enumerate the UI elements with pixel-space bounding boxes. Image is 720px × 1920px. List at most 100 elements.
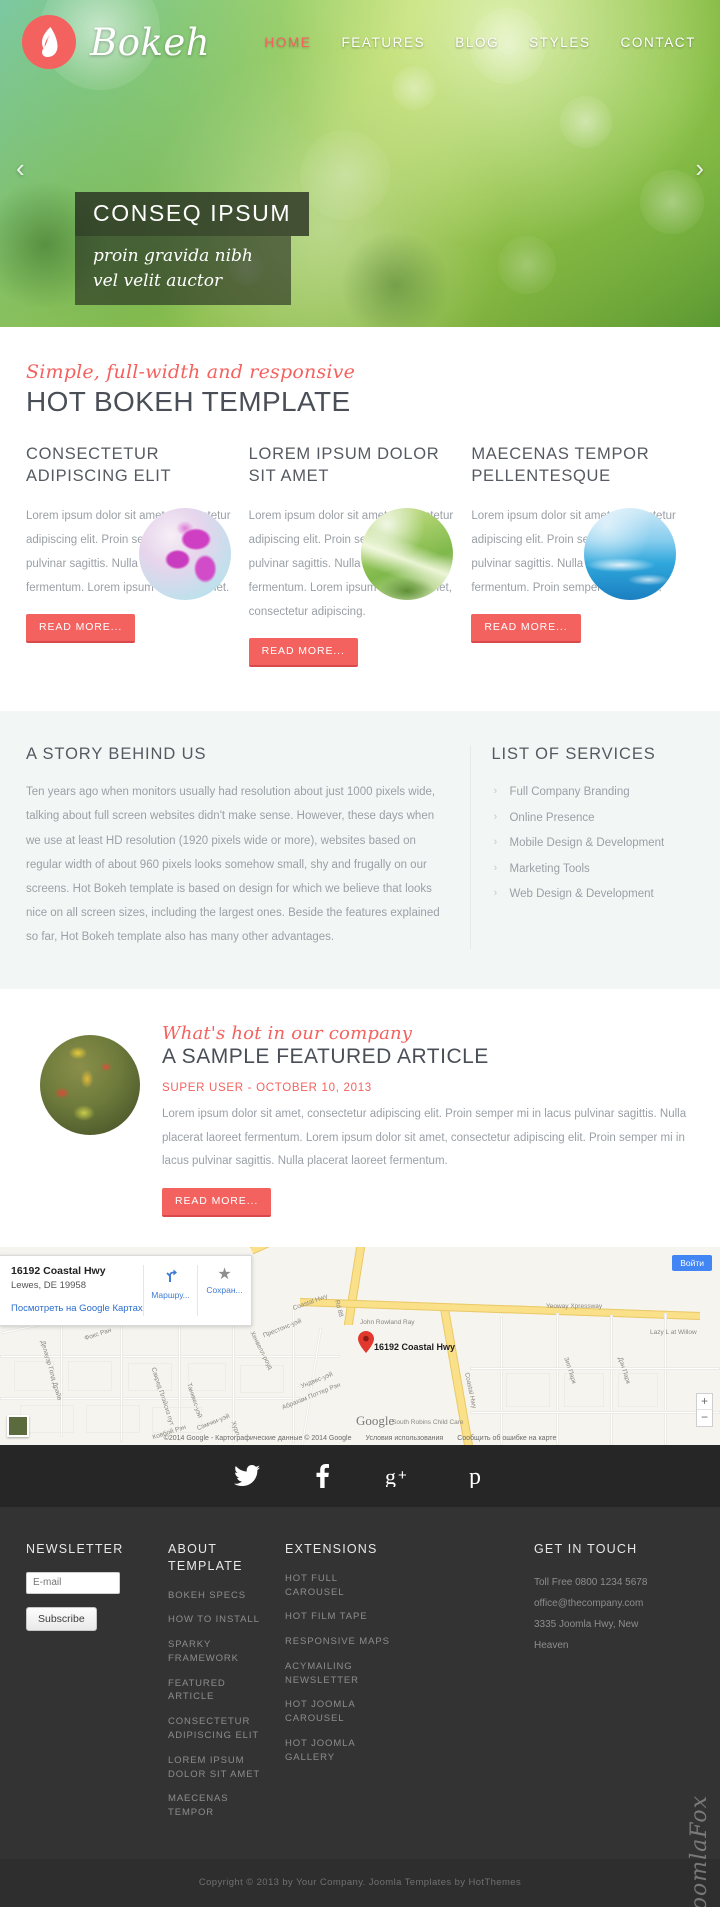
googleplus-icon[interactable]: g + (385, 1464, 413, 1489)
map-street-label: South Robins Child Care (392, 1418, 464, 1426)
service-label: Mobile Design & Development (509, 837, 665, 850)
nav-item-home[interactable]: HOME (265, 35, 312, 50)
map-terms-link[interactable]: Условия использования (365, 1435, 443, 1442)
footer-contact: GET IN TOUCH Toll Free 0800 1234 5678 of… (534, 1541, 694, 1831)
services-block: LIST OF SERVICES › Full Company Branding … (470, 745, 694, 950)
newsletter-title: NEWSLETTER (26, 1541, 124, 1556)
list-item: RESPONSIVE MAPS (285, 1635, 396, 1649)
footer-link[interactable]: HOT FILM TAPE (285, 1610, 396, 1624)
copyright-text: Copyright © 2013 by Your Company. Joomla… (198, 1877, 522, 1889)
hero-slider: Bokeh HOME FEATURES BLOG STYLES CONTACT … (0, 0, 720, 327)
nav-item-blog[interactable]: BLOG (455, 35, 499, 50)
service-label: Online Presence (509, 811, 595, 824)
service-label: Web Design & Development (509, 888, 654, 901)
list-item[interactable]: › Web Design & Development (491, 882, 694, 908)
directions-button[interactable]: Маршру... (143, 1264, 197, 1316)
footer-newsletter: NEWSLETTER Subscribe (26, 1541, 146, 1831)
featured-article-body: What's hot in our company A SAMPLE FEATU… (140, 1023, 694, 1217)
newsletter-email-input[interactable] (26, 1571, 120, 1594)
list-item[interactable]: › Full Company Branding (491, 780, 694, 806)
bokeh-circle (498, 236, 556, 294)
nav-item-styles[interactable]: STYLES (529, 35, 590, 50)
slide-caption: CONSEQ IPSUM proin gravida nibh vel veli… (75, 192, 310, 306)
footer-link[interactable]: ACYMAILING NEWSLETTER (285, 1660, 396, 1688)
zoom-out-button[interactable]: − (697, 1410, 712, 1426)
green-path-landscape-image (361, 508, 454, 600)
contact-email[interactable]: office@thecompany.com (534, 1593, 694, 1614)
slider-next-arrow[interactable]: › (695, 155, 704, 181)
list-item[interactable]: › Mobile Design & Development (491, 831, 694, 857)
copyright-bar: Copyright © 2013 by Your Company. Joomla… (0, 1858, 720, 1907)
main-navigation: HOME FEATURES BLOG STYLES CONTACT (265, 35, 696, 50)
read-more-button[interactable]: READ MORE... (471, 614, 581, 644)
list-item: FEATURED ARTICLE (168, 1677, 261, 1705)
list-item: HOW TO INSTALL (168, 1613, 261, 1627)
map-zoom-control[interactable]: + − (696, 1392, 713, 1427)
slider-prev-arrow[interactable]: ‹ (16, 155, 25, 181)
footer-link[interactable]: CONSECTETUR ADIPISCING ELIT (168, 1715, 261, 1743)
bokeh-shadow (340, 230, 450, 327)
feature-column-title: MAECENAS TEMPOR PELLENTESQUE (471, 445, 650, 485)
footer-link[interactable]: LOREM IPSUM DOLOR SIT AMET (168, 1754, 261, 1782)
star-icon: ★ (217, 1265, 232, 1283)
svg-text:g: g (385, 1465, 396, 1487)
autumn-leaves-image (40, 1035, 140, 1136)
footer-link[interactable]: RESPONSIVE MAPS (285, 1635, 396, 1649)
chevron-right-icon: › (493, 861, 498, 874)
list-item[interactable]: › Online Presence (491, 806, 694, 832)
contact-title: GET IN TOUCH (534, 1541, 638, 1556)
intro-eyebrow: Simple, full-width and responsive (26, 361, 356, 383)
read-more-button[interactable]: READ MORE... (26, 614, 136, 644)
footer-link[interactable]: SPARKY FRAMEWORK (168, 1638, 261, 1666)
zoom-in-button[interactable]: + (697, 1394, 712, 1410)
read-more-button[interactable]: READ MORE... (162, 1187, 272, 1217)
footer-link[interactable]: BOKEH SPECS (168, 1589, 261, 1603)
page-title: HOT BOKEH TEMPLATE (26, 386, 351, 417)
footer-link[interactable]: MAECENAS TEMPOR (168, 1792, 261, 1820)
map-street-label: Lazy L at Willow (650, 1328, 697, 1336)
subscribe-button[interactable]: Subscribe (26, 1606, 97, 1631)
footer-link[interactable]: HOW TO INSTALL (168, 1613, 261, 1627)
facebook-icon[interactable] (316, 1463, 329, 1488)
featured-text: Lorem ipsum dolor sit amet, consectetur … (162, 1108, 687, 1168)
map-info-window[interactable]: 16192 Coastal Hwy Lewes, DE 19958 Посмот… (0, 1254, 252, 1326)
flame-leaf-icon (22, 15, 76, 69)
info-window-subtitle: Lewes, DE 19958 (11, 1279, 86, 1291)
footer-link[interactable]: HOT JOOMLA CAROUSEL (285, 1698, 396, 1726)
map-report-link[interactable]: Сообщить об ошибке на карте (457, 1435, 556, 1442)
footer-link[interactable]: HOT FULL CAROUSEL (285, 1572, 396, 1600)
extensions-title: EXTENSIONS (285, 1541, 378, 1556)
list-item: LOREM IPSUM DOLOR SIT AMET (168, 1754, 261, 1782)
featured-meta: SUPER USER - OCTOBER 10, 2013 (162, 1082, 372, 1095)
map-street-view-thumbnail[interactable] (7, 1414, 29, 1437)
google-logo: Google (356, 1412, 395, 1428)
google-map[interactable]: Coastal Hwy Coastal Hwy Rd 88 Престонс-у… (0, 1246, 720, 1445)
directions-icon (166, 1269, 177, 1282)
footer-about-template: ABOUT TEMPLATE BOKEH SPECS HOW TO INSTAL… (146, 1541, 261, 1831)
twitter-icon[interactable] (233, 1464, 260, 1487)
list-item: MAECENAS TEMPOR (168, 1792, 261, 1820)
list-item: BOKEH SPECS (168, 1589, 261, 1603)
logo[interactable]: Bokeh (22, 15, 210, 69)
pinterest-icon[interactable]: p (469, 1464, 487, 1490)
read-more-button[interactable]: READ MORE... (248, 638, 358, 668)
bokeh-circle (560, 96, 612, 148)
story-band: A STORY BEHIND US Ten years ago when mon… (0, 711, 720, 990)
map-marker[interactable] (358, 1330, 374, 1353)
view-on-google-maps-link[interactable]: Посмотреть на Google Картах (11, 1303, 143, 1314)
nav-item-features[interactable]: FEATURES (341, 35, 425, 50)
feature-column-title: LOREM IPSUM DOLOR SIT AMET (248, 445, 440, 485)
map-attribution: ©2014 Google - Картографические данные ©… (0, 1435, 720, 1442)
list-item[interactable]: › Marketing Tools (491, 857, 694, 883)
services-title: LIST OF SERVICES (491, 745, 656, 764)
footer-link[interactable]: FEATURED ARTICLE (168, 1677, 261, 1705)
bokeh-circle (300, 130, 390, 220)
nav-item-contact[interactable]: CONTACT (621, 35, 696, 50)
contact-address-line1: 3335 Joomla Hwy, New (534, 1618, 639, 1630)
save-button[interactable]: ★ Сохран... (197, 1264, 251, 1316)
list-item: SPARKY FRAMEWORK (168, 1638, 261, 1666)
footer-link[interactable]: HOT JOOMLA GALLERY (285, 1737, 396, 1765)
map-login-button[interactable]: Войти (672, 1254, 712, 1271)
highway (250, 1246, 418, 1255)
chevron-right-icon: › (493, 810, 498, 823)
